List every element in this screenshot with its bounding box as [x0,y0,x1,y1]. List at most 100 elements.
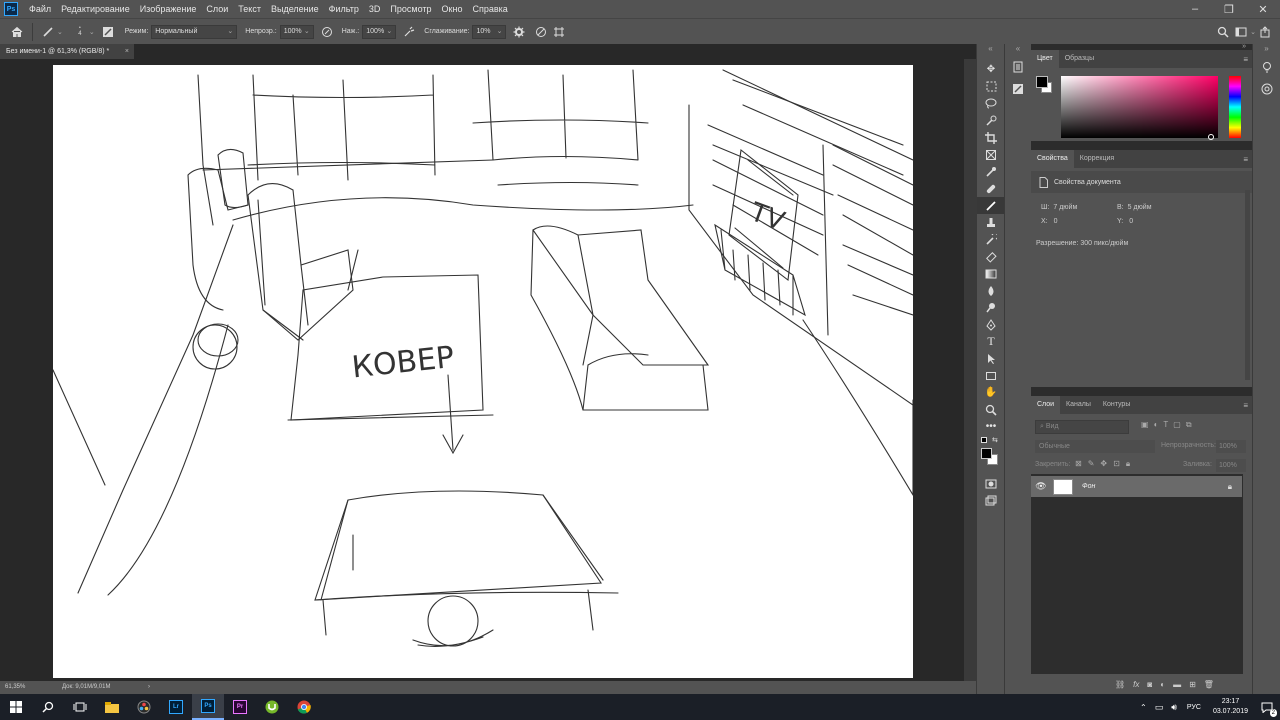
share-icon[interactable] [1256,23,1274,41]
airbrush-icon[interactable] [400,23,418,41]
close-icon[interactable]: ✕ [1246,0,1280,18]
properties-scrollbar[interactable] [1245,190,1250,380]
vertical-scrollbar[interactable] [964,59,976,681]
hand-tool-icon[interactable]: ✋ [977,384,1005,401]
lightroom-icon[interactable]: Lr [160,694,192,720]
adjustment-layer-icon[interactable]: ◐ [1160,680,1165,689]
gear-icon[interactable] [510,23,528,41]
minimize-icon[interactable]: – [1178,0,1212,18]
blend-mode-select[interactable]: Обычные [1035,440,1155,453]
layer-row[interactable]: 👁︎ Фон 🔒︎ [1031,476,1242,497]
menu-image[interactable]: Изображение [135,0,202,18]
home-icon[interactable] [8,23,26,41]
hue-slider[interactable] [1229,76,1241,138]
new-layer-icon[interactable]: ⊞ [1189,680,1196,689]
davinci-resolve-icon[interactable] [128,694,160,720]
x-value[interactable]: 0 [1054,218,1058,225]
filter-adjustment-icon[interactable]: ◐ [1154,420,1159,430]
gradient-tool-icon[interactable] [977,265,1005,282]
document-tab[interactable]: Без имени-1 @ 61,3% (RGB/8) * × [0,44,134,59]
lock-transparent-icon[interactable]: ⊠ [1075,459,1082,469]
lock-all-icon[interactable]: 🔒︎ [1126,459,1130,469]
network-icon[interactable]: ▭ [1151,702,1168,713]
rectangle-tool-icon[interactable] [977,367,1005,384]
color-field[interactable] [1061,76,1218,138]
brush-tool-icon[interactable] [977,197,1005,214]
fx-icon[interactable]: fx [1133,680,1139,689]
eye-icon[interactable]: 👁︎ [1031,481,1051,492]
crop-tool-icon[interactable] [977,129,1005,146]
brush-preset-picker[interactable]: • 4 [71,23,89,41]
clock[interactable]: 23:17 03.07.2019 [1207,697,1254,717]
pressure-size-icon[interactable] [532,23,550,41]
menu-help[interactable]: Справка [467,0,512,18]
chrome-icon[interactable] [288,694,320,720]
link-layers-icon[interactable]: ⛓︎ [1115,680,1125,689]
menu-view[interactable]: Просмотр [385,0,436,18]
chevron-down-icon[interactable]: ⌄ [57,28,63,36]
menu-window[interactable]: Окно [437,0,468,18]
menu-type[interactable]: Текст [233,0,266,18]
symmetry-icon[interactable] [550,23,568,41]
tab-color[interactable]: Цвет [1031,50,1059,68]
layer-opacity-input[interactable]: 100% [1216,440,1246,453]
zoom-tool-icon[interactable] [977,401,1005,418]
lasso-tool-icon[interactable] [977,95,1005,112]
filter-type-icon[interactable]: T [1163,420,1168,430]
panel-menu-icon[interactable]: ≡ [1243,55,1248,64]
move-tool-icon[interactable]: ✥ [977,61,1005,78]
smoothing-input[interactable]: 10% ⌄ [472,24,507,39]
pressure-opacity-icon[interactable] [318,23,336,41]
add-mask-icon[interactable]: ◙ [1147,680,1152,689]
layer-name[interactable]: Фон [1082,483,1095,490]
eyedropper-tool-icon[interactable] [977,163,1005,180]
tab-paths[interactable]: Контуры [1097,396,1136,414]
quick-select-tool-icon[interactable] [977,112,1005,129]
color-foreground-swatch[interactable] [1036,76,1048,88]
close-tab-icon[interactable]: × [125,44,129,59]
flow-input[interactable]: 100% ⌄ [362,24,397,39]
blur-tool-icon[interactable] [977,282,1005,299]
learn-icon[interactable] [1253,56,1280,78]
mode-select[interactable]: Нормальный ⌄ [151,24,238,39]
menu-select[interactable]: Выделение [266,0,324,18]
eraser-tool-icon[interactable] [977,248,1005,265]
history-panel-icon[interactable] [1005,56,1031,78]
tab-layers[interactable]: Слои [1031,396,1061,414]
filter-shape-icon[interactable]: ▢ [1173,420,1181,430]
tab-channels[interactable]: Каналы [1060,396,1097,414]
type-tool-icon[interactable]: T [977,333,1005,350]
workspace-icon[interactable] [1232,23,1250,41]
lock-pixels-icon[interactable]: ✎ [1088,459,1095,469]
more-tools-icon[interactable]: ••• [977,418,1005,435]
panel-menu-icon[interactable]: ≡ [1243,155,1248,164]
marquee-tool-icon[interactable] [977,78,1005,95]
restore-icon[interactable]: ❐ [1212,0,1246,18]
tab-swatches[interactable]: Образцы [1059,50,1100,68]
chevron-down-icon[interactable]: ⌄ [89,28,95,36]
new-group-icon[interactable]: ▬ [1173,680,1181,689]
file-explorer-icon[interactable] [96,694,128,720]
layers-scrollbar[interactable] [1243,474,1252,674]
screen-mode-icon[interactable] [977,492,1005,509]
language-indicator[interactable]: РУС [1181,704,1207,711]
path-selection-tool-icon[interactable] [977,350,1005,367]
windows-start-icon[interactable] [0,694,32,720]
tab-adjustments[interactable]: Коррекция [1074,150,1120,168]
healing-brush-tool-icon[interactable] [977,180,1005,197]
y-value[interactable]: 0 [1129,218,1133,225]
quick-mask-icon[interactable] [977,475,1005,492]
opacity-input[interactable]: 100% ⌄ [279,24,314,39]
frame-tool-icon[interactable] [977,146,1005,163]
document-canvas[interactable]: КОВЕР TV [53,65,913,678]
lock-artboard-icon[interactable]: ⊡ [1113,459,1120,469]
swap-colors-icon[interactable]: ⇆ [992,436,998,444]
brush-settings-icon[interactable] [1005,78,1031,100]
width-value[interactable]: 7 дюйм [1053,204,1077,211]
menu-filter[interactable]: Фильтр [324,0,364,18]
menu-layers[interactable]: Слои [201,0,233,18]
action-center-icon[interactable]: 2 [1254,694,1280,720]
dodge-tool-icon[interactable] [977,299,1005,316]
search-icon[interactable] [32,694,64,720]
premiere-icon[interactable]: Pr [224,694,256,720]
